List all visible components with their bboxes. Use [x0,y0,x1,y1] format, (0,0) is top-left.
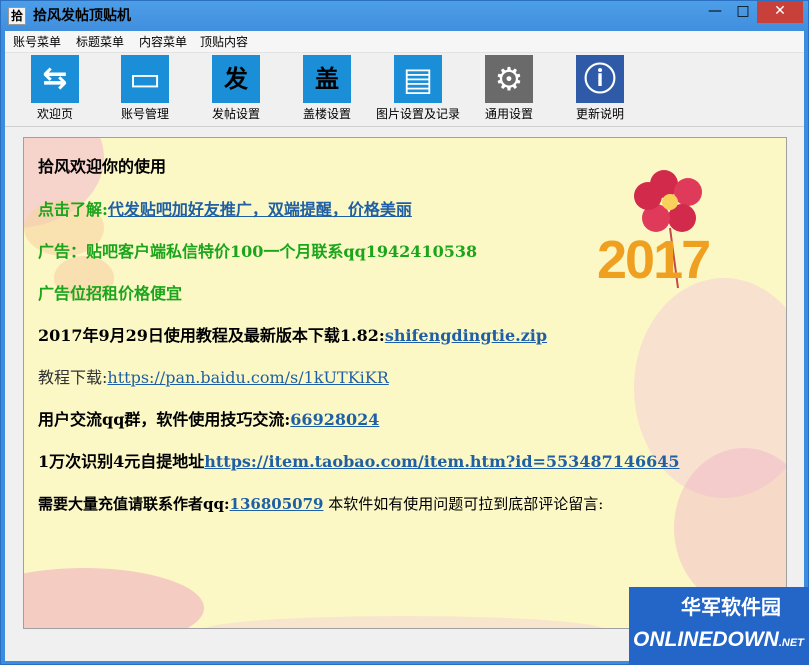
reply-icon: 盖 [303,55,351,103]
info-icon: ⓘ [576,55,624,103]
promo-line: 点击了解:代发贴吧加好友推广，双端提醒，价格美丽 [38,199,412,221]
menu-title[interactable]: 标题菜单 [76,34,124,50]
captcha-line: 1万次识别4元自提地址https://item.taobao.com/item.… [38,451,680,473]
title-bar[interactable]: 拾 拾风发帖顶贴机 — □ ✕ [1,1,808,31]
tool-label: 欢迎页 [36,107,73,121]
menu-content[interactable]: 内容菜单 [139,34,187,50]
qq-group-prefix: 用户交流qq群，软件使用技巧交流: [38,410,291,429]
qq-group-link[interactable]: 66928024 [290,410,379,429]
welcome-button[interactable]: ⇆ 欢迎页 [15,55,95,123]
welcome-text: 拾风欢迎你的使用 [38,157,167,176]
toolbar: ⇆ 欢迎页 ▭ 账号管理 发 发帖设置 盖 盖楼设置 ▤ 图片设置及记录 ⚙ 通… [5,53,804,127]
close-button[interactable]: ✕ [757,1,803,23]
swap-arrows-icon: ⇆ [31,55,79,103]
watermark-logo: 华军软件园 ONLINEDOWN.NET [629,587,809,665]
tutorial-prefix: 教程下载: [38,368,108,387]
ad-line-1: 广告：贴吧客户端私信特价100一个月联系qq1942410538 [38,242,478,261]
watermark-cn: 华军软件园 [681,595,781,619]
reply-settings-button[interactable]: 盖 盖楼设置 [287,55,367,123]
year-art: 2017 [597,230,711,290]
tool-label: 发帖设置 [211,107,260,121]
menu-account[interactable]: 账号菜单 [13,34,61,50]
post-settings-button[interactable]: 发 发帖设置 [196,55,276,123]
welcome-panel: 2017 拾风欢迎你的使用 点击了解:代发贴吧加好友推广，双端提醒，价格美丽 广… [23,137,787,629]
client-area: 账号菜单 标题菜单 内容菜单 顶贴内容 ⇆ 欢迎页 ▭ 账号管理 发 发帖设置 … [5,31,804,661]
tutorial-line: 教程下载:https://pan.baidu.com/s/1kUTKiKR [38,367,389,389]
update-notes-button[interactable]: ⓘ 更新说明 [560,55,640,123]
document-icon: ▤ [394,55,442,103]
contact-link[interactable]: 136805079 [230,495,324,513]
ad-line-2: 广告位招租价格便宜 [38,284,183,303]
download-prefix: 2017年9月29日使用教程及最新版本下载1.82: [38,326,385,345]
app-icon: 拾 [8,7,26,25]
tutorial-link[interactable]: https://pan.baidu.com/s/1kUTKiKR [107,368,388,387]
captcha-link[interactable]: https://item.taobao.com/item.htm?id=5534… [204,452,679,471]
account-manage-button[interactable]: ▭ 账号管理 [105,55,185,123]
contact-suffix: 本软件如有使用问题可拉到底部评论留言: [328,495,604,513]
contact-line: 需要大量充值请联系作者qq:136805079 本软件如有使用问题可拉到底部评论… [38,493,603,515]
menu-bar: 账号菜单 标题菜单 内容菜单 顶贴内容 [5,31,804,53]
tool-label: 更新说明 [575,107,624,121]
tool-label: 通用设置 [484,107,533,121]
watermark-en: ONLINEDOWN.NET [633,628,804,651]
captcha-prefix: 1万次识别4元自提地址 [38,452,205,471]
image-settings-button[interactable]: ▤ 图片设置及记录 [376,55,460,123]
general-settings-button[interactable]: ⚙ 通用设置 [469,55,549,123]
download-link[interactable]: shifengdingtie.zip [385,326,547,345]
tool-label: 盖楼设置 [302,107,351,121]
window-title: 拾风发帖顶贴机 [33,8,131,24]
qq-group-line: 用户交流qq群，软件使用技巧交流:66928024 [38,409,379,431]
promo-link[interactable]: 代发贴吧加好友推广，双端提醒，价格美丽 [108,200,412,219]
app-window: 拾 拾风发帖顶贴机 — □ ✕ 账号菜单 标题菜单 内容菜单 顶贴内容 ⇆ 欢迎… [0,0,809,665]
tool-label: 图片设置及记录 [375,107,460,121]
promo-prefix: 点击了解: [38,200,108,219]
minimize-button[interactable]: — [701,1,729,23]
contact-prefix: 需要大量充值请联系作者qq: [38,495,230,513]
post-icon: 发 [212,55,260,103]
tool-label: 账号管理 [120,107,169,121]
maximize-button[interactable]: □ [729,1,757,23]
menu-bump-content[interactable]: 顶贴内容 [200,34,248,50]
gear-icon: ⚙ [485,55,533,103]
monitor-icon: ▭ [121,55,169,103]
download-line: 2017年9月29日使用教程及最新版本下载1.82:shifengdingtie… [38,325,547,347]
